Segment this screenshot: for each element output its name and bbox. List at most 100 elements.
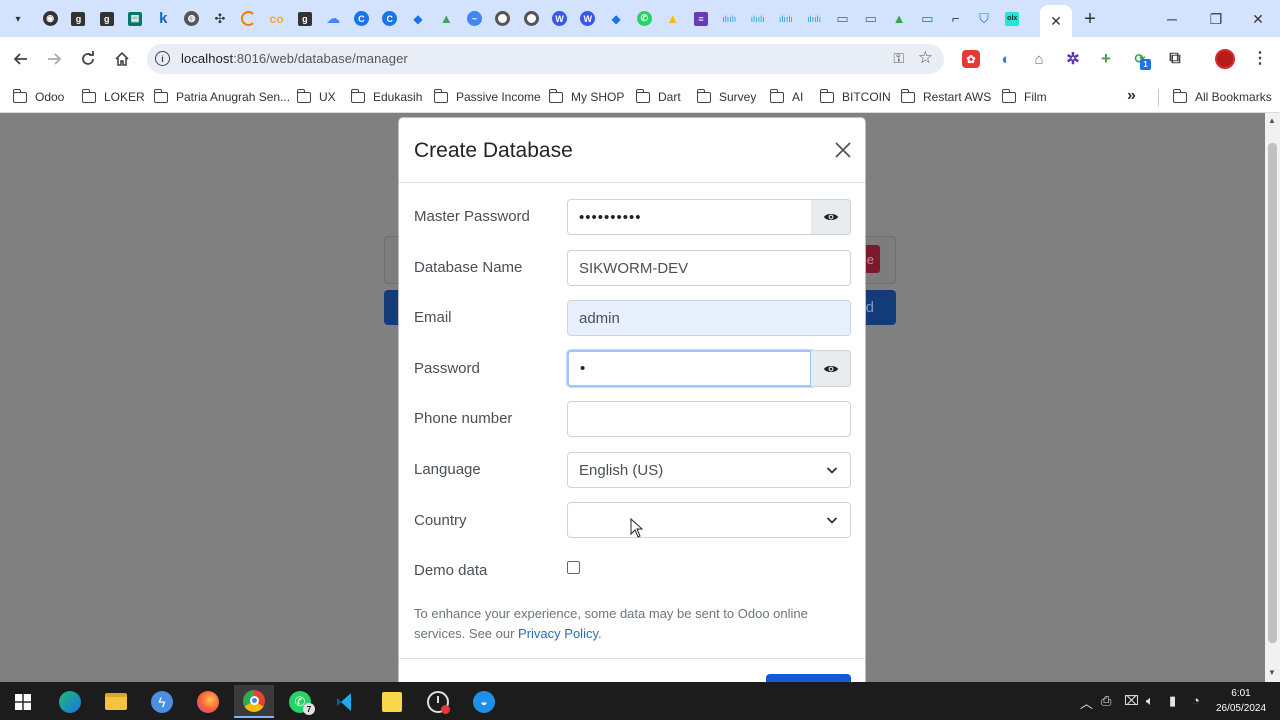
extension-globe-icon[interactable]: ◐ [997,50,1015,68]
tray-usb-icon[interactable]: ⌧ [1124,693,1139,709]
minimize-button[interactable]: ─ [1152,6,1192,32]
tab-diamond-1[interactable]: ◆ [404,0,432,37]
taskbar-app-docker[interactable]: ◒ [464,685,504,718]
tab-drive-1[interactable]: ▲ [432,0,460,37]
language-select[interactable]: English (US) [567,452,851,488]
window-close-button[interactable]: ✕ [1238,6,1278,32]
taskbar-firefox[interactable] [188,685,228,718]
scroll-down-arrow-icon[interactable]: ▼ [1268,668,1276,677]
tab-wave[interactable]: ~ [460,0,488,37]
taskbar-clock[interactable]: 6:01 26/05/2024 [1208,686,1274,716]
bookmark-folder[interactable]: BITCOIN [819,88,891,106]
page-scrollbar[interactable]: ▲ ▼ [1265,113,1280,682]
bookmark-folder[interactable]: Dart [635,88,681,106]
home-button[interactable] [108,45,136,73]
tab-forms[interactable]: ≡ [687,0,715,37]
tab-diamond-2[interactable]: ◆ [602,0,630,37]
master-password-input[interactable]: •••••••••• [567,199,812,235]
bookmark-folder[interactable]: Odoo [12,88,64,106]
tab-wp-2[interactable]: W [574,0,602,37]
extension-plus-icon[interactable]: + [1097,49,1115,68]
extension-gear-icon[interactable]: ✲ [1064,50,1082,68]
taskbar-clock-app[interactable] [418,685,458,718]
scroll-up-arrow-icon[interactable]: ▲ [1268,116,1276,125]
bookmark-folder[interactable]: LOKER [81,88,145,106]
tab-whatsapp[interactable]: ✆ [630,0,658,37]
restore-button[interactable]: ❐ [1196,6,1236,32]
tray-network-device-icon[interactable]: ⎙ [1101,693,1111,709]
tab-dash[interactable]: ⌐ [942,0,970,37]
demo-data-checkbox[interactable] [567,561,580,574]
tab-co[interactable]: co [262,0,290,37]
extension-grammar-icon[interactable]: ⟳1 [1131,50,1151,70]
bookmark-folder[interactable]: Survey [696,88,756,106]
tab-cisco-4[interactable]: ılıılı [800,0,828,37]
all-bookmarks-folder[interactable]: All Bookmarks [1172,88,1272,106]
tab-book-2[interactable]: ▭ [857,0,885,37]
tab-book-1[interactable]: ▭ [828,0,856,37]
taskbar-sticky-notes[interactable] [372,685,412,718]
password-key-icon[interactable]: ⚿ [893,50,904,67]
address-bar[interactable]: i localhost:8016/web/database/manager ⚿ … [147,44,944,74]
taskbar-vscode[interactable] [326,685,366,718]
tab-globe[interactable]: ◍ [177,0,205,37]
tab-book-3[interactable]: ▭ [913,0,941,37]
tab-c-2[interactable]: C [376,0,404,37]
active-tab-close-button[interactable]: ✕ [1040,5,1072,37]
taskbar-file-explorer[interactable] [96,685,136,718]
bookmark-folder[interactable]: Patria Anugrah Sen... [153,88,290,106]
tab-search-chevron-icon[interactable]: ▾ [6,8,30,30]
new-tab-button[interactable]: + [1078,7,1102,31]
taskbar-edge[interactable] [50,685,90,718]
email-input[interactable]: admin [567,300,851,336]
bookmark-folder[interactable]: Film [1001,88,1047,106]
extensions-puzzle-icon[interactable]: ⧉ [1166,50,1184,68]
bookmark-folder[interactable]: My SHOP [548,88,624,106]
tab-spinner[interactable] [234,0,262,37]
tab-circle-1[interactable] [489,0,517,37]
forward-button[interactable] [40,45,68,73]
extension-hat-icon[interactable]: ⌂ [1030,50,1048,68]
taskbar-app-blue[interactable]: ϟ [142,685,182,718]
bookmark-folder[interactable]: Passive Income [433,88,541,106]
tray-overflow-chevron-icon[interactable]: ︿ [1080,693,1093,712]
password-input[interactable]: • [567,350,812,387]
password-toggle-button[interactable] [811,350,851,387]
tab-g-3[interactable]: g [291,0,319,37]
bookmark-folder[interactable]: AI [769,88,803,106]
extension-red-icon[interactable]: ✿ [962,50,980,68]
tab-olx[interactable]: olx [998,0,1026,37]
tray-volume-icon[interactable]: 🔈︎ [1146,693,1154,709]
tab-cloud[interactable]: ☁ [319,0,347,37]
more-bookmarks-chevron-icon[interactable]: » [1127,87,1136,105]
tray-microphone-icon[interactable]: ▮ [1169,693,1176,709]
start-button[interactable] [3,685,43,718]
phone-number-input[interactable] [567,401,851,437]
scroll-thumb[interactable] [1268,143,1277,643]
tab-cisco-3[interactable]: ılıılı [772,0,800,37]
taskbar-chrome[interactable] [234,685,274,718]
tray-wifi-icon[interactable]: ◔ [1192,693,1200,708]
tab-drive-2[interactable]: ▲ [659,0,687,37]
browser-menu-icon[interactable]: ⋮ [1252,48,1268,68]
tab-circle-2[interactable] [517,0,545,37]
dialog-close-button[interactable] [833,140,855,162]
tab-shield[interactable]: ⛉ [970,0,998,37]
tab-g-2[interactable]: g [93,0,121,37]
country-select[interactable] [567,502,851,538]
tab-drive-3[interactable]: ▲ [885,0,913,37]
tab-g-1[interactable]: g [64,0,92,37]
site-info-icon[interactable]: i [155,51,170,66]
tab-github[interactable]: ◉ [36,0,64,37]
tab-cisco-2[interactable]: ılıılı [743,0,771,37]
bookmark-folder[interactable]: Restart AWS [900,88,991,106]
tab-wp-1[interactable]: W [545,0,573,37]
tab-doc[interactable]: ▤ [121,0,149,37]
bookmark-folder[interactable]: Edukasih [350,88,422,106]
tab-c-1[interactable]: C [347,0,375,37]
database-name-input[interactable]: SIKWORM-DEV [567,250,851,286]
bookmark-folder[interactable]: UX [296,88,336,106]
back-button[interactable] [7,45,35,73]
tab-cisco-1[interactable]: ılıılı [715,0,743,37]
tab-network[interactable]: ✣ [206,0,234,37]
